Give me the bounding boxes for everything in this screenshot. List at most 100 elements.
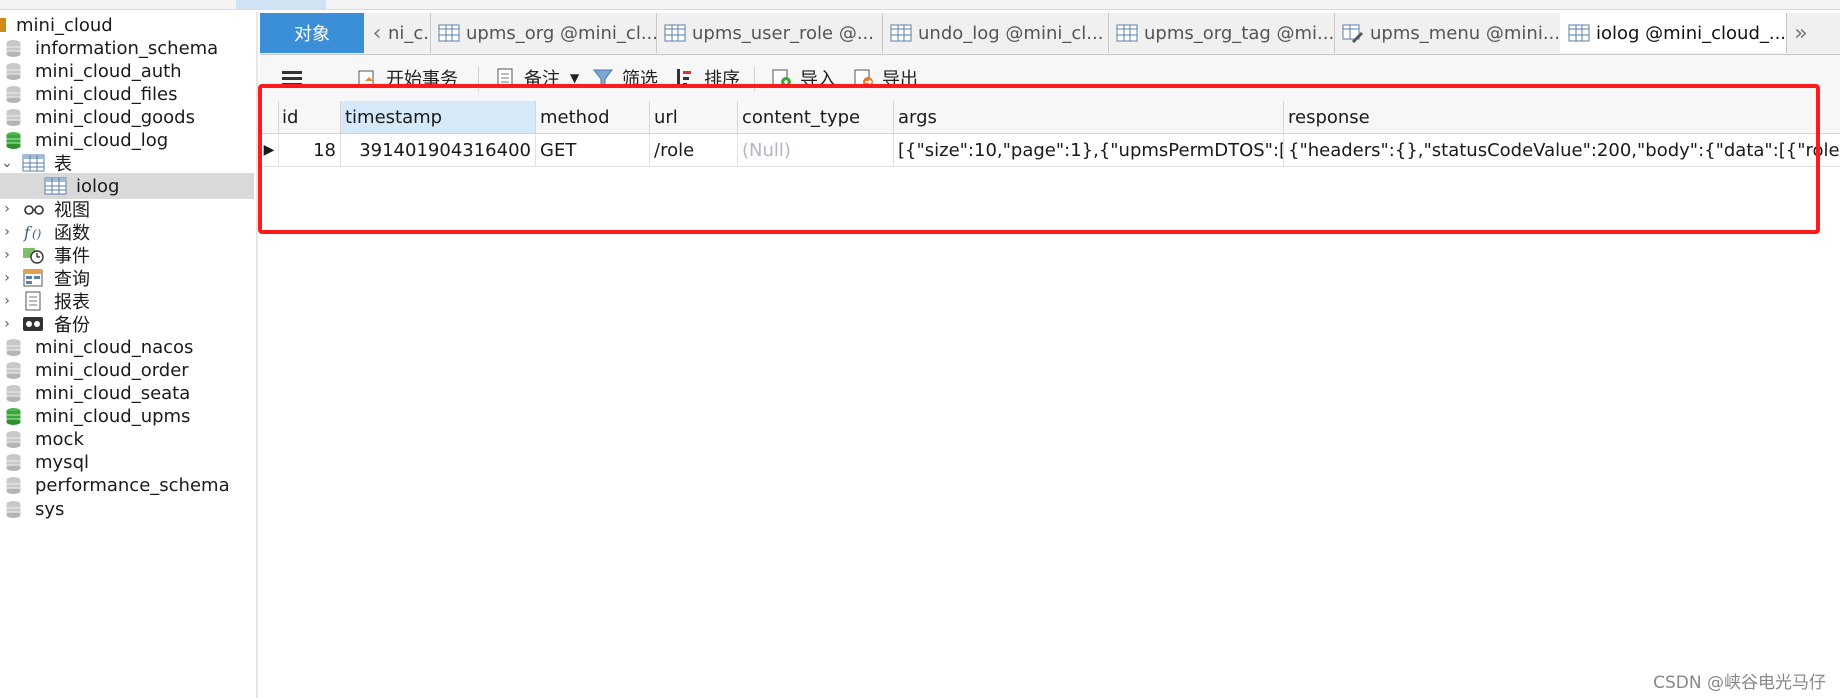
database-icon (6, 476, 21, 494)
tree-db-sys[interactable]: sys (6, 496, 260, 522)
database-icon (6, 108, 21, 126)
note-button[interactable]: 备注 ▼ (494, 65, 579, 91)
chevron-right-icon[interactable]: › (0, 247, 14, 263)
data-grid: id timestamp method url content_type arg… (260, 101, 1840, 698)
chevron-right-icon[interactable]: › (0, 316, 14, 332)
begin-transaction-button[interactable]: 开始事务 (356, 65, 458, 91)
query-icon (22, 268, 46, 288)
column-header-id[interactable]: id (278, 101, 341, 133)
db-label: performance_schema (35, 474, 230, 496)
table-icon (44, 176, 68, 196)
database-icon (6, 338, 21, 356)
export-button[interactable]: 导出 (852, 65, 918, 91)
table-icon (22, 153, 46, 173)
chevron-right-icon[interactable]: › (0, 293, 14, 309)
db-label: mock (35, 428, 84, 450)
toolbar-separator (754, 67, 755, 91)
db-label: mini_cloud_order (35, 359, 189, 381)
db-label: mini_cloud_files (35, 83, 178, 105)
db-label: mini_cloud_seata (35, 382, 191, 404)
column-header-timestamp[interactable]: timestamp (341, 101, 536, 133)
db-label: mini_cloud_auth (35, 60, 182, 82)
clock-icon (22, 245, 46, 265)
transaction-icon (358, 70, 374, 88)
db-label: mysql (35, 451, 89, 473)
database-icon (6, 62, 21, 80)
import-icon (772, 69, 791, 87)
tab-objects[interactable]: 对象 (260, 13, 364, 53)
sort-button[interactable]: 排序 (674, 65, 740, 91)
menu-icon[interactable] (280, 65, 304, 91)
tab-item[interactable]: upms_menu @mini... (1334, 13, 1561, 53)
cell-args[interactable]: [{"size":10,"page":1},{"upmsPermDTOS":[]… (894, 134, 1284, 166)
table-row[interactable]: ▶ 18 391401904316400 GET /role (Null) [{… (260, 134, 1840, 167)
watermark: CSDN @峡谷电光马仔 (1653, 673, 1826, 693)
tab-scroll-left-icon[interactable]: ‹ (366, 13, 388, 53)
design-table-icon (1342, 24, 1363, 43)
tab-item[interactable]: ni_c... (388, 13, 431, 53)
report-icon (22, 291, 46, 311)
navigation-tree: mini_cloud information_schema mini_cloud… (0, 12, 258, 698)
table-icon (664, 24, 686, 42)
sort-icon (677, 69, 691, 87)
database-icon (6, 39, 21, 57)
column-header-response[interactable]: response (1284, 101, 1840, 133)
header-gutter (260, 101, 279, 133)
backup-icon (22, 314, 46, 334)
database-active-icon (6, 131, 21, 149)
tab-item[interactable]: upms_user_role @... (656, 13, 883, 53)
grid-header-row: id timestamp method url content_type arg… (260, 101, 1840, 134)
chevron-down-icon[interactable]: ⌄ (0, 155, 14, 171)
cell-url[interactable]: /role (650, 134, 738, 166)
cell-response[interactable]: {"headers":{},"statusCodeValue":200,"bod… (1284, 134, 1840, 166)
tree-db-performance-schema[interactable]: performance_schema (6, 472, 260, 498)
current-row-indicator-icon: ▶ (260, 134, 279, 166)
table-icon (890, 24, 912, 42)
chevron-right-icon[interactable]: › (0, 224, 14, 240)
tab-iolog-active[interactable]: iolog @mini_cloud_... (1560, 13, 1787, 53)
connection-icon (0, 15, 10, 35)
database-active-icon (6, 407, 21, 425)
connection-label: mini_cloud (16, 14, 113, 36)
menu-highlight (236, 0, 326, 9)
toolbar-separator (478, 67, 479, 91)
dropdown-arrow-icon[interactable]: ▼ (570, 71, 579, 85)
toolbar: 开始事务 备注 ▼ 筛选 排序 导入 导出 (260, 55, 1840, 101)
filter-button[interactable]: 筛选 (592, 65, 658, 91)
database-icon (6, 85, 21, 103)
filter-icon (592, 69, 614, 87)
tab-bar: 对象 ‹ ni_c... upms_org @mini_cl... upms_u… (260, 13, 1840, 55)
db-label: information_schema (35, 37, 219, 59)
cell-timestamp[interactable]: 391401904316400 (341, 134, 536, 166)
menu-bar (0, 0, 1840, 10)
column-header-method[interactable]: method (536, 101, 650, 133)
cell-method[interactable]: GET (536, 134, 650, 166)
column-header-url[interactable]: url (650, 101, 738, 133)
glasses-icon (22, 199, 46, 219)
table-icon (1116, 24, 1138, 42)
db-label: mini_cloud_upms (35, 405, 191, 427)
database-icon (6, 430, 21, 448)
table-icon (438, 24, 460, 42)
tab-item[interactable]: undo_log @mini_cl... (882, 13, 1109, 53)
table-icon (1568, 24, 1590, 42)
cell-id[interactable]: 18 (278, 134, 341, 166)
database-icon (6, 384, 21, 402)
db-label: mini_cloud_log (35, 129, 169, 151)
chevron-right-icon[interactable]: › (0, 270, 14, 286)
tab-item[interactable]: upms_org @mini_cl... (430, 13, 657, 53)
database-icon (6, 361, 21, 379)
note-icon (497, 68, 513, 88)
import-button[interactable]: 导入 (770, 65, 836, 91)
column-header-content-type[interactable]: content_type (738, 101, 894, 133)
table-label: iolog (76, 175, 120, 197)
db-label: sys (35, 498, 65, 520)
db-label: mini_cloud_goods (35, 106, 195, 128)
function-icon: f() (22, 222, 46, 242)
tab-item[interactable]: upms_org_tag @mi... (1108, 13, 1335, 53)
cell-content-type[interactable]: (Null) (738, 134, 894, 166)
tab-scroll-right-icon[interactable]: » (1790, 13, 1812, 53)
chevron-right-icon[interactable]: › (0, 201, 14, 217)
db-label: mini_cloud_nacos (35, 336, 194, 358)
column-header-args[interactable]: args (894, 101, 1284, 133)
